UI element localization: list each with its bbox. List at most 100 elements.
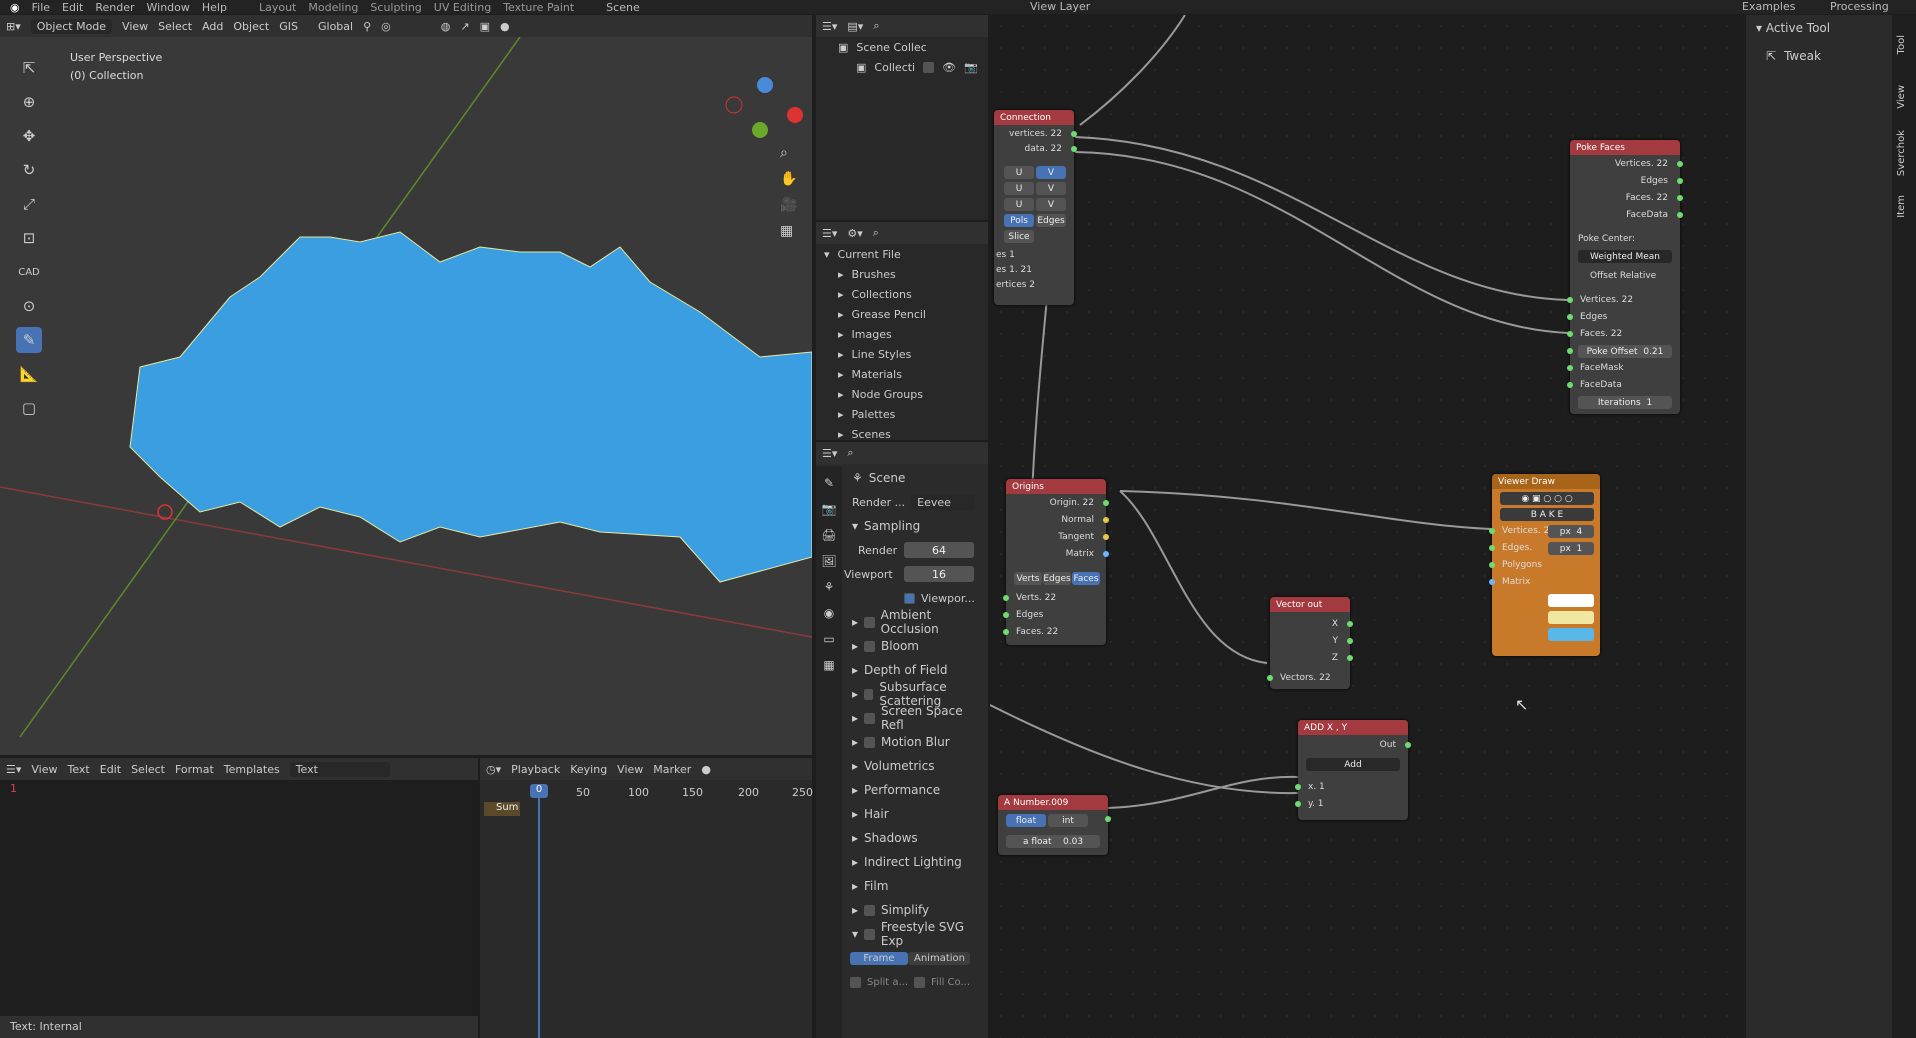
tweak-tool[interactable]: ⇱ Tweak [1766, 49, 1821, 63]
panel-motion-blur[interactable]: ▸ Motion Blur [844, 730, 988, 754]
current-file-row[interactable]: ▾ Current File [816, 244, 988, 264]
texture-tab-icon[interactable]: ▦ [823, 658, 834, 672]
poke-faces-header[interactable]: Poke Faces [1570, 140, 1680, 155]
panel-subsurface-scattering[interactable]: ▸ Subsurface Scattering [844, 680, 988, 708]
timeline[interactable]: ◷▾ Playback Keying View Marker ● 0 50 10… [480, 758, 813, 1038]
viewport-denoise-row[interactable]: Viewpor... [844, 586, 988, 610]
text-datablock-selector[interactable]: Text [289, 761, 390, 777]
viewer-options-row[interactable]: ◉ ▣ ○ ○ ○ [1500, 492, 1594, 505]
item-line-styles[interactable]: ▸ Line Styles [816, 344, 988, 364]
camera-icon[interactable]: 📷 [964, 61, 978, 74]
playhead[interactable] [538, 798, 540, 1038]
scene-tab-icon[interactable]: ⚘ [824, 580, 835, 594]
poke-faces-node[interactable]: Poke Faces Vertices. 22 Edges Faces. 22 … [1567, 140, 1683, 414]
vertex-color-swatch[interactable] [1548, 594, 1594, 607]
search-icon[interactable]: ⌕ [873, 19, 879, 33]
editor-type-icon[interactable]: ⊞▾ [6, 20, 21, 33]
text-menu-format[interactable]: Format [175, 763, 214, 776]
view-layer-tab-icon[interactable]: 🖼 [821, 554, 836, 568]
panel-ambient-occlusion[interactable]: ▸ Ambient Occlusion [844, 608, 988, 636]
xray-icon[interactable]: ▣ [480, 20, 490, 33]
connection-node[interactable]: Connection vertices. 22 data. 22 U V U V… [994, 110, 1077, 305]
snap-icon[interactable]: ⚲ [363, 20, 371, 33]
viewport-menu-object[interactable]: Object [233, 20, 269, 33]
tab-tool[interactable]: Tool [1896, 35, 1907, 54]
transform-orientation-dropdown[interactable]: Global [318, 20, 353, 33]
origins-header[interactable]: Origins [1006, 479, 1106, 494]
render-engine-dropdown[interactable]: Eevee [911, 494, 976, 510]
editor-type-icon[interactable]: ☰▾ [822, 227, 837, 240]
frame-button[interactable]: Frame [850, 951, 908, 965]
panel-volumetrics[interactable]: ▸ Volumetrics [844, 754, 988, 778]
display-mode-icon[interactable]: ▤▾ [847, 20, 863, 33]
timeline-menu-view[interactable]: View [617, 763, 643, 776]
pan-hand-icon[interactable]: ✋ [780, 171, 797, 187]
shading-solid-icon[interactable]: ● [500, 20, 510, 33]
summary-channel[interactable]: Sum [484, 802, 520, 816]
number-node[interactable]: A Number.009 float int a float 0.03 [998, 795, 1111, 855]
menu-file[interactable]: File [32, 1, 50, 14]
editor-type-icon[interactable]: ☰▾ [822, 20, 837, 33]
active-tool-panel-header[interactable]: ▾ Active Tool [1756, 21, 1830, 35]
vector-out-node[interactable]: Vector out X Y Z Vectors. 22 [1267, 597, 1353, 689]
origins-node[interactable]: Origins Origin. 22 Normal Tangent Matrix… [1003, 479, 1109, 645]
viewport-menu-view[interactable]: View [122, 20, 148, 33]
panel-bloom[interactable]: ▸ Bloom [844, 634, 988, 658]
transform-tool-icon[interactable]: ⊡ [16, 225, 42, 251]
viewport-samples-field[interactable]: 16 [904, 566, 974, 582]
tab-item[interactable]: Item [1896, 195, 1907, 218]
text-menu-view[interactable]: View [31, 763, 57, 776]
overlay-icon[interactable]: ◍ [441, 20, 451, 33]
number-node-header[interactable]: A Number.009 [998, 795, 1108, 810]
blend-file-browser[interactable]: ☰▾ ⚙▾ ⌕ ▾ Current File ▸ Brushes ▸ Collecti… [816, 222, 988, 440]
select-tool-icon[interactable]: ⇱ [16, 55, 42, 81]
current-frame[interactable]: 0 [530, 784, 548, 798]
viewer-draw-header[interactable]: Viewer Draw [1492, 474, 1600, 489]
menu-render[interactable]: Render [95, 1, 134, 14]
menu-help[interactable]: Help [202, 1, 227, 14]
collection-tab-icon[interactable]: ▭ [823, 632, 834, 646]
exclude-checkbox[interactable] [923, 61, 935, 73]
collection-row[interactable]: ▣ Collecti 👁 📷 [816, 57, 988, 77]
item-collections[interactable]: ▸ Collections [816, 284, 988, 304]
item-node-groups[interactable]: ▸ Node Groups [816, 384, 988, 404]
workspace-tab-modeling[interactable]: Modeling [308, 1, 358, 14]
editor-type-icon[interactable]: ☰▾ [822, 447, 837, 460]
node-sidebar[interactable]: ▾ Active Tool ⇱ Tweak [1746, 15, 1892, 1038]
vertex-size-field[interactable]: px 4 [1548, 525, 1594, 538]
item-scenes[interactable]: ▸ Scenes [816, 424, 988, 441]
workspace-tab-layout[interactable]: Layout [259, 1, 296, 14]
grid-icon[interactable]: ▦ [780, 223, 797, 239]
rotate-tool-icon[interactable]: ↻ [16, 157, 42, 183]
search-icon[interactable]: ⌕ [873, 226, 879, 240]
move-tool-icon[interactable]: ✥ [16, 123, 42, 149]
text-menu-edit[interactable]: Edit [100, 763, 121, 776]
record-icon[interactable]: ● [701, 763, 711, 776]
float-value-field[interactable]: a float 0.03 [1006, 835, 1100, 848]
gizmo-icon[interactable]: ↗ [460, 20, 469, 33]
item-grease-pencil[interactable]: ▸ Grease Pencil [816, 304, 988, 324]
node-editor[interactable]: Connection vertices. 22 data. 22 U V U V… [990, 15, 1746, 1038]
add-math-node[interactable]: ADD X , Y Out Add x. 1 y. 1 [1295, 720, 1411, 820]
panel-film[interactable]: ▸ Film [844, 874, 988, 898]
edge-width-field[interactable]: px 1 [1548, 542, 1594, 555]
panel-performance[interactable]: ▸ Performance [844, 778, 988, 802]
cad-tool[interactable]: CAD [16, 259, 42, 285]
mode-dropdown[interactable]: Object Mode [30, 18, 113, 34]
panel-shadows[interactable]: ▸ Shadows [844, 826, 988, 850]
int-mode-button[interactable]: int [1048, 814, 1088, 827]
eye-icon[interactable]: 👁 [942, 61, 956, 74]
workspace-tab-sculpting[interactable]: Sculpting [370, 1, 421, 14]
tool-icon[interactable]: ⊙ [16, 293, 42, 319]
viewport-menu-add[interactable]: Add [202, 20, 223, 33]
sampling-panel-header[interactable]: ▾ Sampling [844, 514, 988, 538]
panel-simplify[interactable]: ▸ Simplify [844, 898, 988, 922]
menu-edit[interactable]: Edit [62, 1, 83, 14]
proportional-edit-icon[interactable]: ◎ [381, 20, 391, 33]
world-tab-icon[interactable]: ◉ [824, 606, 834, 620]
measure-tool-icon[interactable]: 📐 [16, 361, 42, 387]
examples-menu[interactable]: Examples [1742, 0, 1795, 13]
workspace-tab-uv-editing[interactable]: UV Editing [434, 1, 491, 14]
scale-tool-icon[interactable]: ⤢ [16, 191, 42, 217]
text-menu-select[interactable]: Select [131, 763, 165, 776]
